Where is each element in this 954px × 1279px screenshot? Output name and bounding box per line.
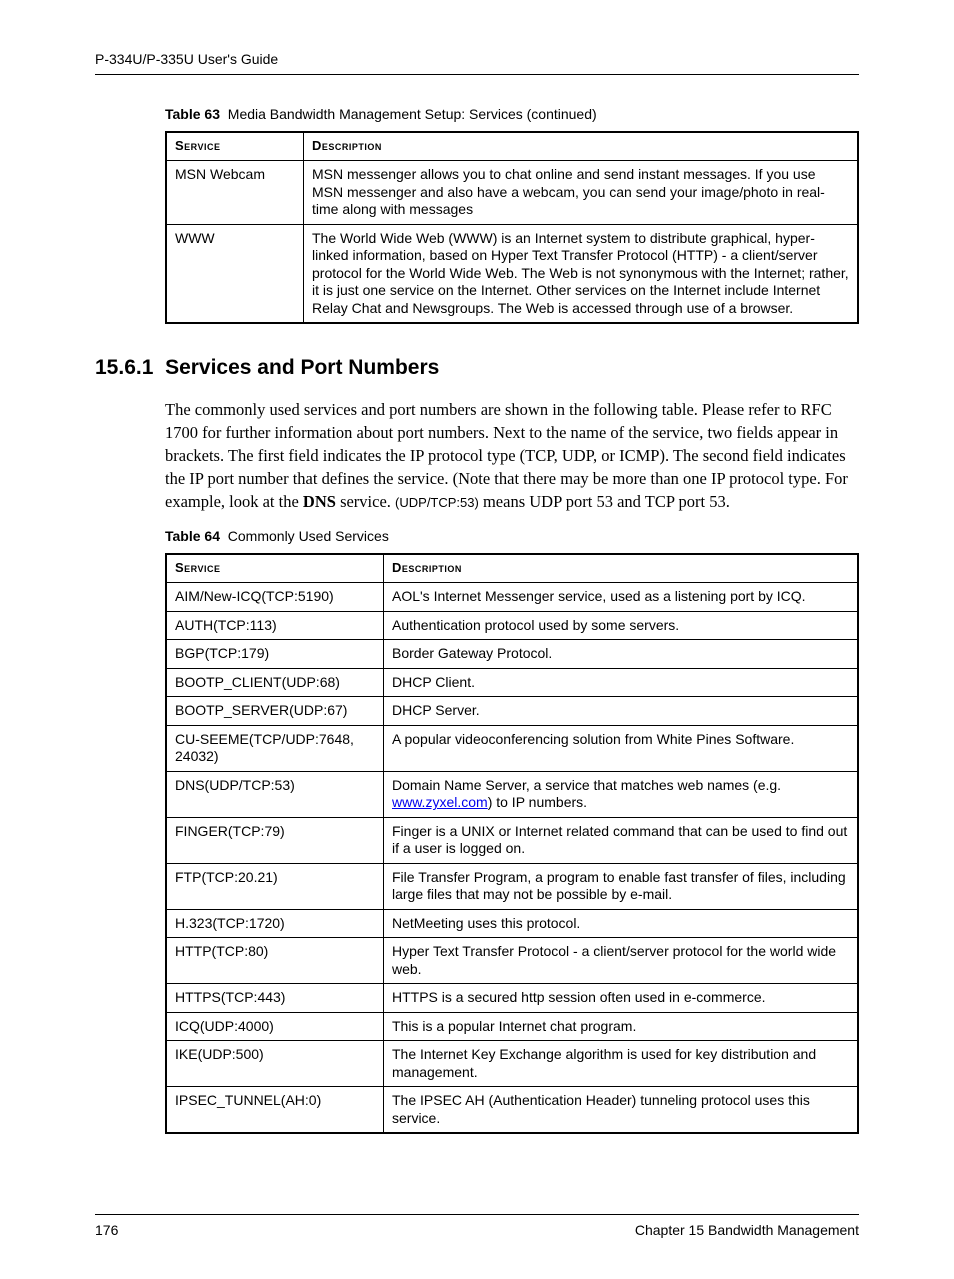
- description-cell: Authentication protocol used by some ser…: [384, 611, 859, 640]
- description-cell: The IPSEC AH (Authentication Header) tun…: [384, 1087, 859, 1134]
- description-cell: DHCP Client.: [384, 668, 859, 697]
- description-cell: This is a popular Internet chat program.: [384, 1012, 859, 1041]
- table-row: AIM/New-ICQ(TCP:5190)AOL's Internet Mess…: [166, 583, 858, 612]
- service-cell: IKE(UDP:500): [166, 1041, 384, 1087]
- section-title: Services and Port Numbers: [165, 356, 439, 379]
- table64-text: Commonly Used Services: [228, 528, 389, 544]
- table-row: AUTH(TCP:113)Authentication protocol use…: [166, 611, 858, 640]
- service-cell: IPSEC_TUNNEL(AH:0): [166, 1087, 384, 1134]
- table-row: DNS(UDP/TCP:53) Domain Name Server, a se…: [166, 771, 858, 817]
- para-post: means UDP port 53 and TCP port 53.: [479, 492, 730, 511]
- service-cell: DNS(UDP/TCP:53): [166, 771, 384, 817]
- zyxel-link[interactable]: www.zyxel.com: [392, 794, 488, 810]
- table63-caption: Table 63 Media Bandwidth Management Setu…: [95, 105, 859, 123]
- table-row: H.323(TCP:1720)NetMeeting uses this prot…: [166, 909, 858, 938]
- table64: Service Description AIM/New-ICQ(TCP:5190…: [165, 553, 859, 1134]
- table-row: IPSEC_TUNNEL(AH:0)The IPSEC AH (Authenti…: [166, 1087, 858, 1134]
- guide-title: P-334U/P-335U User's Guide: [95, 51, 278, 67]
- description-cell: Domain Name Server, a service that match…: [384, 771, 859, 817]
- service-cell: FTP(TCP:20.21): [166, 863, 384, 909]
- description-cell: Finger is a UNIX or Internet related com…: [384, 817, 859, 863]
- table-row: CU-SEEME(TCP/UDP:7648, 24032)A popular v…: [166, 725, 858, 771]
- page-footer: 176 Chapter 15 Bandwidth Management: [95, 1214, 859, 1239]
- table63: Service Description MSN Webcam MSN messe…: [165, 131, 859, 324]
- description-cell: MSN messenger allows you to chat online …: [304, 161, 859, 225]
- table64-header-service: Service: [166, 554, 384, 582]
- service-cell: AUTH(TCP:113): [166, 611, 384, 640]
- description-cell: Hyper Text Transfer Protocol - a client/…: [384, 938, 859, 984]
- description-cell: File Transfer Program, a program to enab…: [384, 863, 859, 909]
- table-row: ICQ(UDP:4000)This is a popular Internet …: [166, 1012, 858, 1041]
- service-cell: H.323(TCP:1720): [166, 909, 384, 938]
- section-paragraph: The commonly used services and port numb…: [165, 398, 859, 513]
- table64-caption: Table 64 Commonly Used Services: [95, 527, 859, 545]
- service-cell: HTTP(TCP:80): [166, 938, 384, 984]
- service-cell: BOOTP_SERVER(UDP:67): [166, 697, 384, 726]
- table63-header-service: Service: [166, 132, 304, 160]
- description-cell: DHCP Server.: [384, 697, 859, 726]
- description-cell: AOL's Internet Messenger service, used a…: [384, 583, 859, 612]
- service-cell: BOOTP_CLIENT(UDP:68): [166, 668, 384, 697]
- description-cell: NetMeeting uses this protocol.: [384, 909, 859, 938]
- table64-header-description: Description: [384, 554, 859, 582]
- table-row: HTTP(TCP:80)Hyper Text Transfer Protocol…: [166, 938, 858, 984]
- page-number: 176: [95, 1221, 118, 1239]
- table-row: BOOTP_SERVER(UDP:67)DHCP Server.: [166, 697, 858, 726]
- table-row: WWW The World Wide Web (WWW) is an Inter…: [166, 224, 858, 323]
- udp-tcp-small: (UDP/TCP:53): [395, 495, 479, 510]
- description-cell: The Internet Key Exchange algorithm is u…: [384, 1041, 859, 1087]
- service-cell: HTTPS(TCP:443): [166, 984, 384, 1013]
- description-cell: HTTPS is a secured http session often us…: [384, 984, 859, 1013]
- description-cell: Border Gateway Protocol.: [384, 640, 859, 669]
- page-header: P-334U/P-335U User's Guide: [95, 50, 859, 75]
- section-heading: 15.6.1 Services and Port Numbers: [95, 354, 859, 381]
- service-cell: FINGER(TCP:79): [166, 817, 384, 863]
- service-cell: BGP(TCP:179): [166, 640, 384, 669]
- description-cell: The World Wide Web (WWW) is an Internet …: [304, 224, 859, 323]
- table-row: BOOTP_CLIENT(UDP:68)DHCP Client.: [166, 668, 858, 697]
- service-cell: MSN Webcam: [166, 161, 304, 225]
- table-row: BGP(TCP:179)Border Gateway Protocol.: [166, 640, 858, 669]
- table64-label: Table 64: [165, 528, 220, 544]
- table-row: FINGER(TCP:79)Finger is a UNIX or Intern…: [166, 817, 858, 863]
- table-row: HTTPS(TCP:443)HTTPS is a secured http se…: [166, 984, 858, 1013]
- service-cell: WWW: [166, 224, 304, 323]
- table-row: IKE(UDP:500)The Internet Key Exchange al…: [166, 1041, 858, 1087]
- chapter-label: Chapter 15 Bandwidth Management: [635, 1221, 859, 1239]
- service-cell: CU-SEEME(TCP/UDP:7648, 24032): [166, 725, 384, 771]
- service-cell: ICQ(UDP:4000): [166, 1012, 384, 1041]
- dns-bold: DNS: [303, 492, 336, 511]
- table63-label: Table 63: [165, 106, 220, 122]
- table63-header-description: Description: [304, 132, 859, 160]
- section-number: 15.6.1: [95, 356, 153, 379]
- table63-text: Media Bandwidth Management Setup: Servic…: [228, 106, 597, 122]
- service-cell: AIM/New-ICQ(TCP:5190): [166, 583, 384, 612]
- description-cell: A popular videoconferencing solution fro…: [384, 725, 859, 771]
- para-mid: service.: [336, 492, 395, 511]
- table-row: MSN Webcam MSN messenger allows you to c…: [166, 161, 858, 225]
- table-row: FTP(TCP:20.21)File Transfer Program, a p…: [166, 863, 858, 909]
